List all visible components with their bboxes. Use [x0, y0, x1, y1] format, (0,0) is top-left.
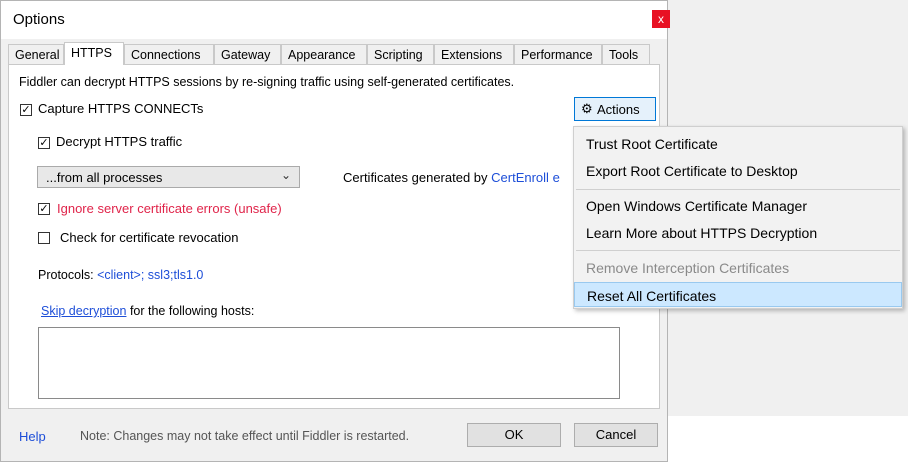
- decrypt-https-checkbox[interactable]: ✓: [38, 137, 50, 149]
- process-filter-dropdown[interactable]: ...from all processes ⌄: [37, 166, 300, 188]
- window-title: Options: [13, 11, 65, 28]
- tab-scripting[interactable]: Scripting: [367, 44, 434, 64]
- checkmark-icon: ✓: [39, 137, 49, 149]
- close-icon: x: [658, 12, 664, 26]
- close-button[interactable]: x: [652, 10, 670, 28]
- certificates-trailing: e: [552, 170, 560, 185]
- protocols-row: Protocols: <client>; ssl3;tls1.0: [38, 268, 203, 282]
- certificates-generated-text: Certificates generated by CertEnroll e: [343, 170, 560, 185]
- menu-item-label: Remove Interception Certificates: [586, 260, 790, 276]
- menu-item-label: Learn More about HTTPS Decryption: [586, 225, 818, 241]
- chevron-down-icon: ⌄: [280, 168, 291, 182]
- tab-extensions[interactable]: Extensions: [434, 44, 514, 64]
- actions-button[interactable]: ⚙ Actions: [574, 97, 656, 121]
- actions-menu: Trust Root Certificate Export Root Certi…: [573, 126, 903, 309]
- tab-connections[interactable]: Connections: [124, 44, 214, 64]
- ignore-errors-label: Ignore server certificate errors (unsafe…: [57, 201, 282, 216]
- menu-item-label: Reset All Certificates: [587, 288, 717, 304]
- tab-tools[interactable]: Tools: [602, 44, 650, 64]
- certenroll-link[interactable]: CertEnroll: [491, 170, 549, 185]
- capture-https-checkbox[interactable]: ✓: [20, 104, 32, 116]
- menu-item-remove-interception: Remove Interception Certificates: [574, 255, 902, 280]
- menu-item-learn-more[interactable]: Learn More about HTTPS Decryption: [574, 220, 902, 245]
- tab-https[interactable]: HTTPS: [64, 42, 124, 65]
- ignore-errors-checkbox[interactable]: ✓: [38, 203, 50, 215]
- menu-item-label: Trust Root Certificate: [586, 136, 718, 152]
- certificates-prefix: Certificates generated by: [343, 170, 492, 185]
- menu-item-export-root[interactable]: Export Root Certificate to Desktop: [574, 158, 902, 183]
- gear-icon: ⚙: [581, 101, 593, 116]
- menu-separator: [576, 189, 900, 190]
- tab-appearance[interactable]: Appearance: [281, 44, 367, 64]
- protocols-label: Protocols:: [38, 268, 98, 282]
- ok-button[interactable]: OK: [467, 423, 561, 447]
- skip-hosts-textarea[interactable]: [38, 327, 620, 399]
- menu-separator: [576, 250, 900, 251]
- cancel-button[interactable]: Cancel: [574, 423, 658, 447]
- menu-item-reset-all[interactable]: Reset All Certificates: [574, 282, 902, 307]
- actions-button-label: Actions: [597, 102, 640, 117]
- checkmark-icon: ✓: [21, 104, 31, 116]
- revocation-label: Check for certificate revocation: [60, 230, 239, 245]
- protocols-value-link[interactable]: <client>; ssl3;tls1.0: [97, 268, 203, 282]
- restart-note: Note: Changes may not take effect until …: [80, 429, 410, 443]
- title-bar: Options: [1, 1, 667, 39]
- menu-item-label: Export Root Certificate to Desktop: [586, 163, 798, 179]
- menu-item-open-cert-manager[interactable]: Open Windows Certificate Manager: [574, 193, 902, 218]
- tab-general[interactable]: General: [8, 44, 64, 64]
- process-filter-value: ...from all processes: [46, 170, 163, 185]
- menu-item-trust-root[interactable]: Trust Root Certificate: [574, 131, 902, 156]
- tab-performance[interactable]: Performance: [514, 44, 602, 64]
- skip-decryption-row: Skip decryption for the following hosts:: [41, 304, 254, 318]
- capture-https-label: Capture HTTPS CONNECTs: [38, 101, 204, 116]
- skip-decryption-link[interactable]: Skip decryption: [41, 304, 126, 318]
- checkmark-icon: ✓: [39, 203, 49, 215]
- tab-gateway[interactable]: Gateway: [214, 44, 281, 64]
- skip-decryption-suffix: for the following hosts:: [126, 304, 255, 318]
- https-intro-text: Fiddler can decrypt HTTPS sessions by re…: [19, 75, 515, 89]
- revocation-checkbox[interactable]: [38, 232, 50, 244]
- menu-item-label: Open Windows Certificate Manager: [586, 198, 807, 214]
- decrypt-https-label: Decrypt HTTPS traffic: [56, 134, 183, 149]
- help-link[interactable]: Help: [19, 429, 46, 444]
